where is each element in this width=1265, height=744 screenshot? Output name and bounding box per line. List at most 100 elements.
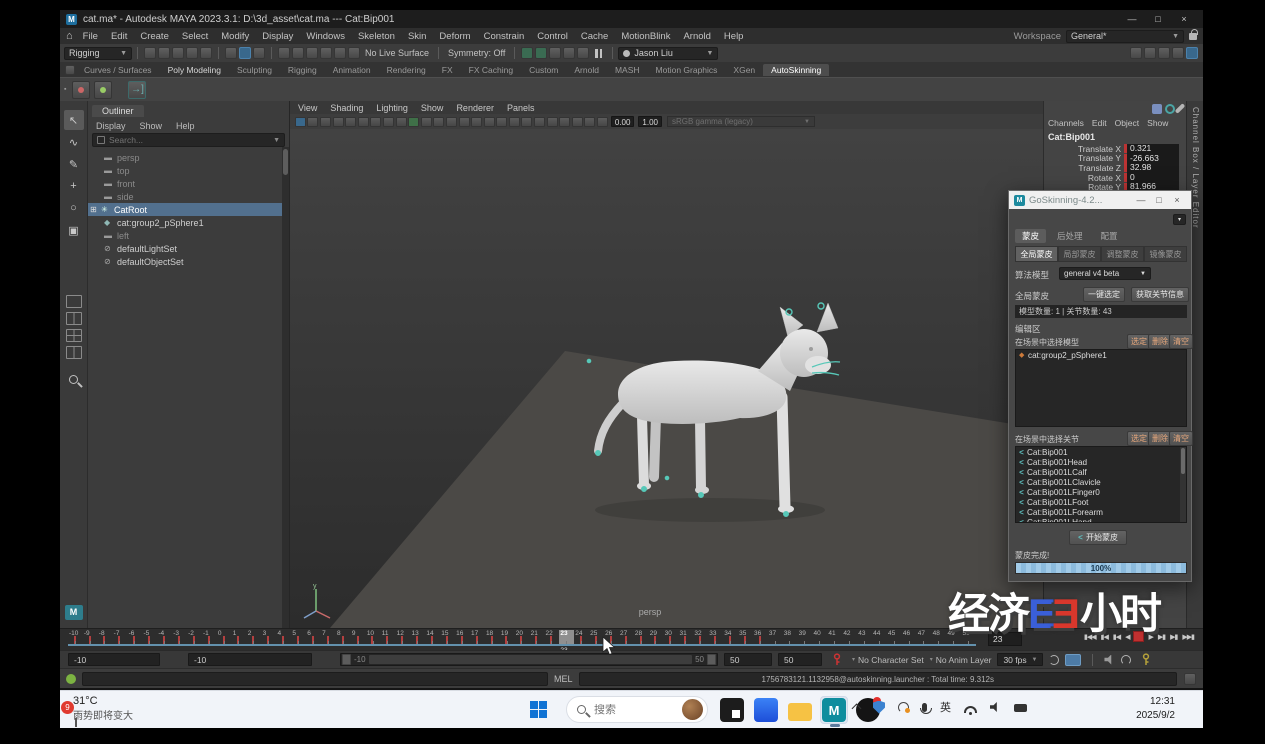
single-pane-layout-icon[interactable] <box>66 295 82 308</box>
timeline-frame-20[interactable]: 20 <box>515 630 530 644</box>
timeline-frame-10[interactable]: 10 <box>366 630 381 644</box>
toolbar-icon[interactable] <box>239 47 251 59</box>
toolbar-icon[interactable] <box>333 117 344 127</box>
command-output[interactable]: 1756783121.1132958@autoskinning.launcher… <box>579 672 1177 686</box>
outliner-search[interactable]: ▼ <box>92 133 285 147</box>
history-icon[interactable] <box>1165 104 1175 114</box>
algo-model-dropdown[interactable]: general v4 beta▼ <box>1059 267 1151 280</box>
joint-list-item[interactable]: <Cat:Bip001LHand <box>1016 517 1186 523</box>
outliner-item-side[interactable]: ▬side <box>88 190 282 203</box>
select-tool-icon[interactable]: ↖ <box>64 110 84 130</box>
toolbar-icon[interactable] <box>534 117 545 127</box>
toolbar-icon[interactable] <box>1172 47 1184 59</box>
maximize-button[interactable]: □ <box>1150 195 1168 205</box>
toolbar-icon[interactable] <box>459 117 470 127</box>
viewport-menu-view[interactable]: View <box>298 103 317 113</box>
timeline-frame-47[interactable]: 47 <box>917 630 932 644</box>
goskinning-titlebar[interactable]: M GoSkinning-4.2... — □ × <box>1009 191 1191 209</box>
four-pane-layout-icon[interactable] <box>66 329 82 342</box>
toolbar-icon[interactable] <box>144 47 156 59</box>
timeline-frame-21[interactable]: 21 <box>530 630 545 644</box>
goskinning-tab-蒙皮[interactable]: 蒙皮 <box>1015 229 1046 243</box>
menu-constrain[interactable]: Constrain <box>484 31 525 42</box>
script-status-icon[interactable] <box>66 674 76 684</box>
cat-model[interactable] <box>560 299 860 539</box>
toolbar-icon[interactable] <box>253 47 265 59</box>
timeline-frame-44[interactable]: 44 <box>872 630 887 644</box>
outliner-menu-help[interactable]: Help <box>176 121 195 131</box>
timeline-frame-11[interactable]: 11 <box>381 630 396 644</box>
wifi-icon[interactable] <box>964 706 977 713</box>
taskbar-search[interactable] <box>566 696 708 723</box>
toolbar-icon[interactable] <box>509 117 520 127</box>
toolbar-icon[interactable] <box>446 117 457 127</box>
timeline-frame--2[interactable]: -2 <box>187 630 202 644</box>
timeline-frame-0[interactable]: 0 <box>217 630 232 644</box>
shelf-tab-fx-caching[interactable]: FX Caching <box>461 64 521 76</box>
toolbar-icon[interactable] <box>1158 47 1170 59</box>
toolbar-icon[interactable] <box>225 47 237 59</box>
toolbar-icon[interactable] <box>334 47 346 59</box>
toolbar-icon[interactable] <box>292 47 304 59</box>
menu-deform[interactable]: Deform <box>439 31 470 42</box>
toolbar-icon[interactable] <box>521 117 532 127</box>
timeline-frame-29[interactable]: 29 <box>649 630 664 644</box>
timeline-frame--1[interactable]: -1 <box>202 630 217 644</box>
toolbar-icon[interactable] <box>1130 47 1142 59</box>
timeline-frame-43[interactable]: 43 <box>857 630 872 644</box>
goskinning-tab-配置[interactable]: 配置 <box>1094 229 1125 243</box>
toolbar-icon[interactable] <box>471 117 482 127</box>
taskbar-file-explorer[interactable] <box>786 696 814 724</box>
model-list-item[interactable]: ◆cat:group2_pSphere1 <box>1016 350 1186 360</box>
microphone-icon[interactable] <box>922 703 927 712</box>
outliner-item-defaultlightset[interactable]: ⊘defaultLightSet <box>88 242 282 255</box>
timeline-frame-33[interactable]: 33 <box>708 630 723 644</box>
chevron-down-icon[interactable]: ▼ <box>273 137 280 144</box>
model-clear-button[interactable]: 清空 <box>1169 334 1193 349</box>
taskbar-app-maya[interactable]: M <box>820 696 848 724</box>
menu-create[interactable]: Create <box>140 31 169 42</box>
toolbar-icon[interactable] <box>320 47 332 59</box>
live-surface-label[interactable]: No Live Surface <box>365 48 429 58</box>
search-input[interactable] <box>109 135 259 145</box>
outliner-item-front[interactable]: ▬front <box>88 177 282 190</box>
timeline-frame-2[interactable]: 2 <box>247 630 262 644</box>
outliner-item-defaultobjectset[interactable]: ⊘defaultObjectSet <box>88 255 282 268</box>
start-skinning-button[interactable]: < 开始蒙皮 <box>1069 530 1127 545</box>
toolbar-icon[interactable] <box>370 117 381 127</box>
shelf-popup-icon[interactable]: ▪ <box>64 86 66 93</box>
minimize-button[interactable]: — <box>1119 14 1145 24</box>
toolbar-icon[interactable] <box>484 117 495 127</box>
timeline-frame-39[interactable]: 39 <box>798 630 813 644</box>
goskinning-tab-后处理[interactable]: 后处理 <box>1050 229 1090 243</box>
joint-list-scrollbar[interactable] <box>1180 447 1186 522</box>
shelf-tab-curves-surfaces[interactable]: Curves / Surfaces <box>76 64 160 76</box>
exposure-field[interactable]: 0.00 <box>611 116 635 127</box>
timeline-frame-30[interactable]: 30 <box>664 630 679 644</box>
shelf-tab-poly-modeling[interactable]: Poly Modeling <box>160 64 229 76</box>
timeline-frame-35[interactable]: 35 <box>738 630 753 644</box>
timeline-frame-3[interactable]: 3 <box>262 630 277 644</box>
timeline-frame-5[interactable]: 5 <box>291 630 306 644</box>
timeline-frame-42[interactable]: 42 <box>842 630 857 644</box>
toolbar-icon[interactable] <box>345 117 356 127</box>
timeline-frame-38[interactable]: 38 <box>783 630 798 644</box>
pen-device-icon[interactable] <box>1014 704 1027 712</box>
toolbar-icon[interactable] <box>549 47 561 59</box>
shelf-tab-mash[interactable]: MASH <box>607 64 648 76</box>
toolbar-icon[interactable] <box>358 117 369 127</box>
minimize-button[interactable]: — <box>1132 195 1150 205</box>
playback-end-field[interactable]: 50 <box>724 653 772 666</box>
pin-icon[interactable] <box>1152 104 1162 114</box>
channel-box-toggle[interactable] <box>1186 47 1198 59</box>
viewport-menu-renderer[interactable]: Renderer <box>456 103 494 113</box>
timeline-frame-7[interactable]: 7 <box>321 630 336 644</box>
toolbar-icon[interactable] <box>577 47 589 59</box>
rotate-tool-icon[interactable]: ○ <box>64 198 84 218</box>
character-set-dropdown[interactable]: ▾No Character Set <box>852 655 924 665</box>
goskinning-subtab-调整蒙皮[interactable]: 调整蒙皮 <box>1101 246 1144 262</box>
timeline-frame--8[interactable]: -8 <box>98 630 113 644</box>
timeline-frame-48[interactable]: 48 <box>932 630 947 644</box>
channel-menu-channels[interactable]: Channels <box>1048 118 1084 128</box>
shelf-menu-icon[interactable] <box>65 65 75 75</box>
